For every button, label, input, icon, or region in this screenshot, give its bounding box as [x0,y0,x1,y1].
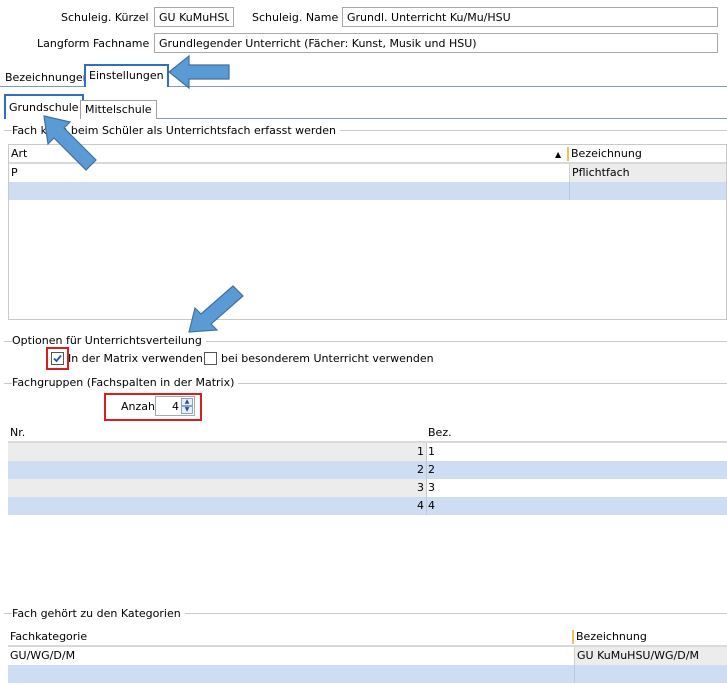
table-row[interactable] [9,182,726,200]
table-row[interactable] [8,665,727,683]
cell-nr: 1 [417,445,424,458]
table-row[interactable]: GU KuMuHSU/WG/D/M [574,647,727,665]
cell-bez: 4 [428,499,435,512]
anzahl-spinner[interactable]: 4 ▲ ▼ [155,396,195,416]
kuerzel-label: Schuleig. Kürzel [61,11,149,24]
table-row[interactable]: 3 [426,479,727,497]
unterrichtsfach-grid[interactable]: Art ▲ Bezeichnung P Pflichtfach [8,144,727,320]
cell-nr: 4 [417,499,424,512]
col-header-nr[interactable]: Nr. [8,424,426,442]
sort-asc-icon: ▲ [555,150,562,159]
table-row[interactable]: 2 [8,461,426,479]
cell-divider [574,665,575,683]
annotation-arrow-icon [43,115,97,171]
col-header-art-label: Art [11,147,28,160]
col-header-bezeichnung[interactable]: Bezeichnung [569,145,726,163]
group-optionen-title: Optionen für Unterrichtsverteilung [12,334,206,347]
anzahl-label: Anzahl [121,400,159,413]
col-header-bez[interactable]: Bez. [426,424,727,442]
col-header-bezeichnung-label: Bezeichnung [576,630,647,643]
col-header-fachkategorie[interactable]: Fachkategorie [8,628,574,646]
col-header-fachkategorie-label: Fachkategorie [10,630,88,643]
langform-label: Langform Fachname [37,37,150,50]
annotation-arrow-icon [168,54,230,90]
matrix-checkbox-label: In der Matrix verwenden [68,352,203,365]
name-label: Schuleig. Name [252,11,339,24]
group-kategorien-title: Fach gehört zu den Kategorien [12,607,185,620]
spin-down-icon[interactable]: ▼ [181,406,193,414]
table-row[interactable]: 4 [426,497,727,515]
table-row[interactable]: 3 [8,479,426,497]
table-row[interactable]: 1 [426,443,727,461]
cell-bezeichnung: Pflichtfach [572,166,630,179]
cell-bez: 3 [428,481,435,494]
anzahl-value: 4 [172,400,179,413]
name-input[interactable] [342,7,718,27]
cell-art: P [11,166,18,179]
table-row[interactable]: 2 [426,461,727,479]
besonderer-checkbox[interactable] [204,352,217,365]
tab-einstellungen-label: Einstellungen [89,69,164,82]
cell-bezeichnung: GU KuMuHSU/WG/D/M [577,649,699,662]
fachgruppen-grid[interactable]: Nr. Bez. 1 1 2 2 3 3 4 4 [8,424,727,596]
spin-up-icon[interactable]: ▲ [181,398,193,406]
kuerzel-input[interactable] [154,7,234,27]
col-header-bezeichnung-label: Bezeichnung [571,147,642,160]
tab-bezeichnungen[interactable]: Bezeichnungen [0,67,95,87]
table-row[interactable]: 4 [8,497,426,515]
table-row[interactable]: GU/WG/D/M [8,647,574,665]
annotation-arrow-icon [188,285,244,333]
annotation-redbox [46,347,69,370]
table-row[interactable]: Pflichtfach [569,164,726,182]
tab-bezeichnungen-label: Bezeichnungen [5,71,90,84]
col-header-bezeichnung[interactable]: Bezeichnung [574,628,727,646]
cell-bez: 1 [428,445,435,458]
langform-input[interactable] [154,33,718,53]
col-header-bez-label: Bez. [428,426,452,439]
besonderer-checkbox-label: bei besonderem Unterricht verwenden [221,352,434,365]
cell-nr: 3 [417,481,424,494]
cell-divider [426,443,427,515]
cell-bez: 2 [428,463,435,476]
col-header-nr-label: Nr. [10,426,26,439]
group-fachgruppen-title: Fachgruppen (Fachspalten in der Matrix) [12,376,239,389]
cell-fachkategorie: GU/WG/D/M [10,649,76,662]
tab-einstellungen[interactable]: Einstellungen [84,64,169,87]
cell-nr: 2 [417,463,424,476]
kategorien-grid[interactable]: Fachkategorie Bezeichnung GU/WG/D/M GU K… [8,628,727,689]
table-row[interactable]: 1 [8,443,426,461]
cell-divider [569,182,570,200]
